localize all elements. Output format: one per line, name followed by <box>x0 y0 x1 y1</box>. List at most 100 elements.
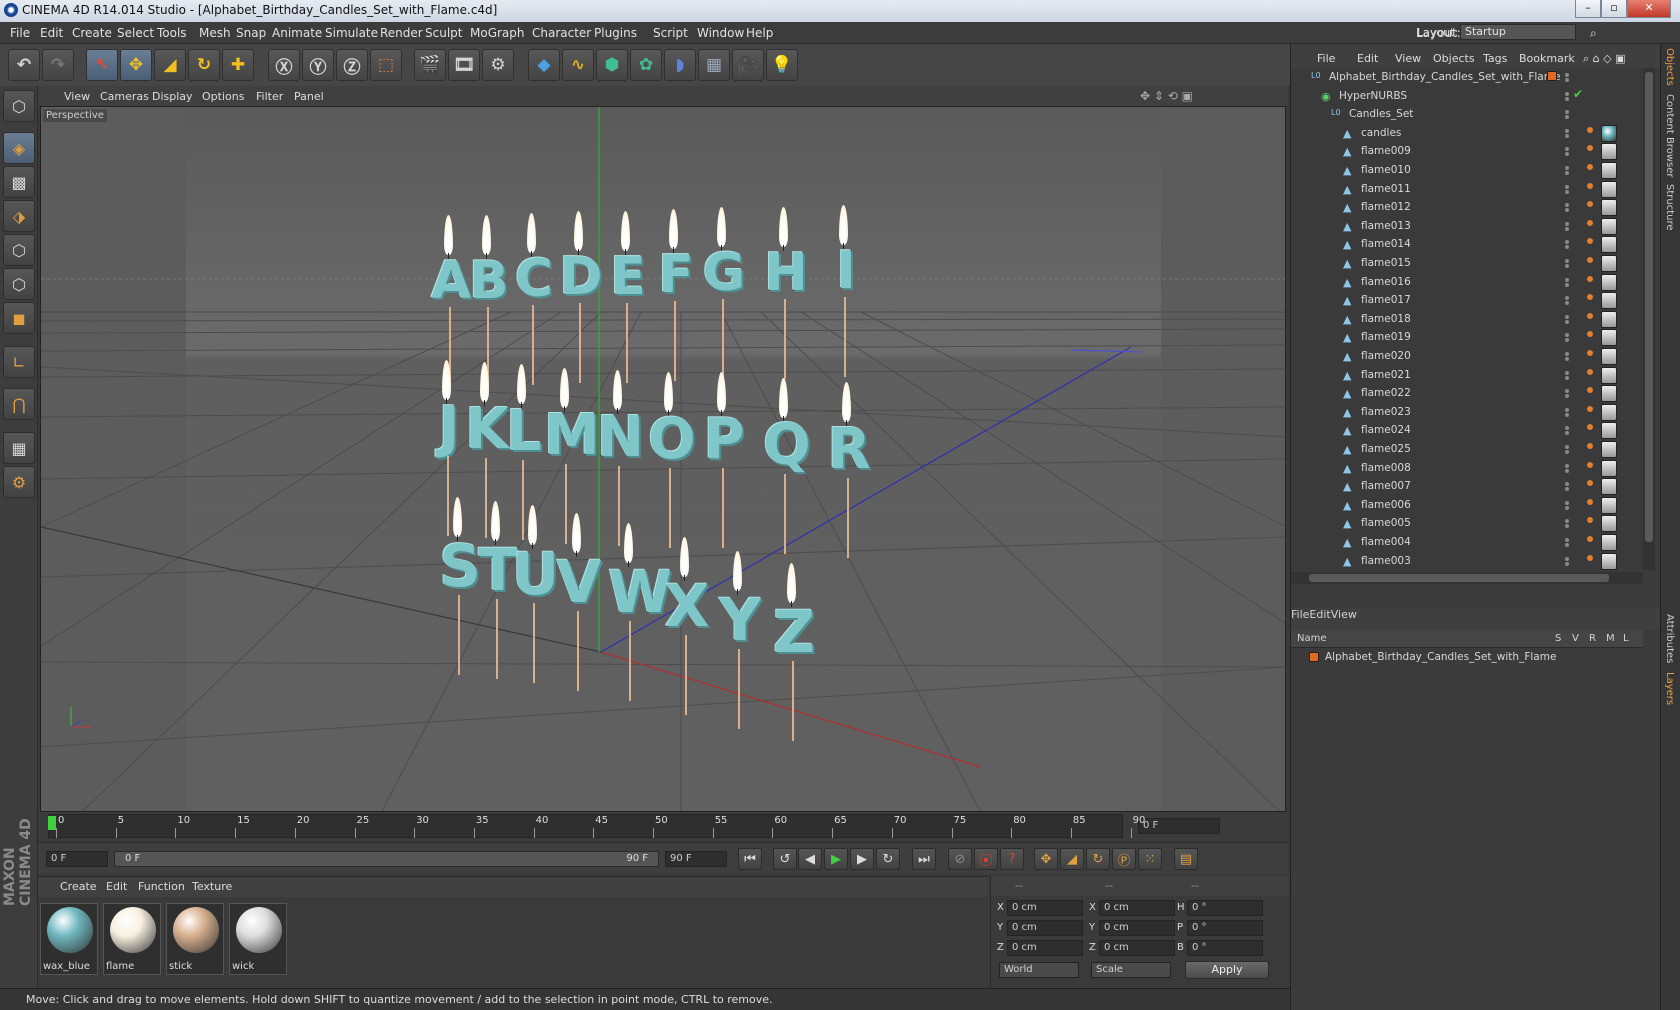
texture-tag-icon[interactable] <box>1601 236 1617 254</box>
menu-render[interactable]: Render <box>380 26 423 40</box>
visibility-dots-icon[interactable] <box>1565 166 1573 175</box>
object-manager-tool-icons[interactable]: ⌕ ⌂ ◇ ▣ <box>1583 52 1626 66</box>
side-tab-attributes[interactable]: Attributes <box>1664 614 1675 663</box>
visibility-dots-icon[interactable] <box>1565 147 1573 157</box>
phong-tag-icon[interactable] <box>1587 461 1593 468</box>
phong-tag-icon[interactable] <box>1587 294 1593 301</box>
viewport-menu-cameras[interactable]: Cameras <box>100 90 149 103</box>
menu-simulate[interactable]: Simulate <box>325 26 378 40</box>
coordinate-space-select[interactable]: World <box>999 962 1079 978</box>
workplane-mode-icon[interactable]: ⬗ <box>3 200 35 232</box>
visibility-dots-icon[interactable] <box>1565 407 1573 417</box>
object-row-flame016[interactable]: ▲ flame016 <box>1291 273 1641 293</box>
material-menu-function[interactable]: Function <box>138 880 185 893</box>
visibility-dots-icon[interactable] <box>1565 110 1573 120</box>
menu-file[interactable]: File <box>10 26 30 40</box>
viewport-menu-view[interactable]: View <box>64 90 90 103</box>
side-tab-layers[interactable]: Layers <box>1664 672 1675 705</box>
material-flame[interactable]: flame <box>103 903 161 975</box>
visibility-dots-icon[interactable] <box>1565 482 1573 492</box>
object-row-flame013[interactable]: ▲ flame013 <box>1291 217 1641 237</box>
render-picture-viewer-icon[interactable]: 🎞 <box>448 49 480 81</box>
visibility-dots-icon[interactable] <box>1565 333 1573 343</box>
texture-mode-icon[interactable]: ▩ <box>3 166 35 198</box>
perspective-viewport[interactable]: Perspective A B C D E F G H I J K L M N … <box>40 106 1286 812</box>
object-row-flame023[interactable]: ▲ flame023 <box>1291 403 1641 423</box>
coord-field[interactable]: 0 cm <box>1007 900 1083 916</box>
side-tab-content-browser[interactable]: Content Browser <box>1664 94 1675 177</box>
edges-mode-icon[interactable]: ⬡ <box>3 268 35 300</box>
go-to-end-icon[interactable]: ⏭ <box>912 848 936 870</box>
texture-tag-icon[interactable] <box>1601 348 1617 365</box>
make-editable-icon[interactable]: ⬡ <box>3 90 35 122</box>
visibility-dots-icon[interactable] <box>1565 203 1573 213</box>
model-mode-icon[interactable]: ◈ <box>3 132 35 164</box>
texture-tag-icon[interactable] <box>1601 329 1617 347</box>
object-row-flame007[interactable]: ▲ flame007 <box>1291 477 1641 497</box>
phong-tag-icon[interactable] <box>1587 480 1593 487</box>
phong-tag-icon[interactable] <box>1587 517 1593 524</box>
menu-edit[interactable]: Edit <box>40 26 63 40</box>
next-frame-icon[interactable]: ▶ <box>850 848 874 870</box>
phong-tag-icon[interactable] <box>1587 275 1593 282</box>
material-stick[interactable]: stick <box>166 903 224 975</box>
texture-tag-icon[interactable] <box>1601 385 1617 403</box>
phong-tag-icon[interactable] <box>1587 443 1593 449</box>
texture-tag-icon[interactable] <box>1601 310 1617 328</box>
previous-key-icon[interactable]: ↺ <box>773 848 797 870</box>
texture-tag-icon[interactable] <box>1601 403 1617 421</box>
visibility-dots-icon[interactable] <box>1565 91 1573 101</box>
previous-frame-icon[interactable]: ◀ <box>798 848 822 870</box>
object-row-flame004[interactable]: ▲ flame004 <box>1291 533 1641 553</box>
coord-field[interactable]: 0 cm <box>1099 900 1175 916</box>
layer-row[interactable]: Alphabet_Birthday_Candles_Set_with_Flame <box>1291 648 1643 668</box>
texture-tag-icon[interactable] <box>1601 124 1617 142</box>
current-frame-field[interactable]: 0 F <box>1138 818 1220 834</box>
position-key-icon[interactable]: ✥ <box>1034 848 1058 870</box>
menu-help[interactable]: Help <box>746 26 773 40</box>
object-row-flame012[interactable]: ▲ flame012 <box>1291 198 1641 218</box>
layer-menu-view[interactable]: View <box>1331 608 1357 621</box>
move-tool-icon[interactable]: ✥ <box>120 49 152 81</box>
phong-tag-icon[interactable] <box>1587 145 1593 152</box>
coord-field[interactable]: 0 ° <box>1187 940 1263 956</box>
visibility-dots-icon[interactable] <box>1565 184 1573 194</box>
object-row-flame025[interactable]: ▲ flame025 <box>1291 440 1641 460</box>
material-menu-create[interactable]: Create <box>60 880 97 893</box>
viewport-menu-filter[interactable]: Filter <box>256 90 283 103</box>
scale-tool-icon[interactable]: ◢ <box>154 49 186 81</box>
timeline-window-icon[interactable]: ▤ <box>1174 848 1198 870</box>
texture-tag-icon[interactable] <box>1601 422 1617 440</box>
menu-plugins[interactable]: Plugins <box>594 26 637 40</box>
coord-field[interactable]: 0 ° <box>1187 920 1263 936</box>
visibility-dots-icon[interactable] <box>1565 296 1573 306</box>
timeline-ruler[interactable]: 0 F 0 5 10 15 20 25 30 35 40 45 50 55 60 65 70 75 80 85 90 <box>38 812 1288 842</box>
object-row-flame009[interactable]: ▲ flame009 <box>1291 142 1641 162</box>
viewport-menu-display[interactable]: Display <box>152 90 193 103</box>
menu-window[interactable]: Window <box>697 26 744 40</box>
camera-icon[interactable]: 🎥 <box>732 49 764 81</box>
visibility-dots-icon[interactable] <box>1565 240 1573 250</box>
menu-tools[interactable]: Tools <box>157 26 187 40</box>
menu-animate[interactable]: Animate <box>272 26 322 40</box>
object-row-flame014[interactable]: ▲ flame014 <box>1291 235 1641 255</box>
workplane-lock-icon[interactable]: ▦ <box>3 432 35 464</box>
phong-tag-icon[interactable] <box>1587 126 1593 133</box>
texture-tag-icon[interactable] <box>1601 273 1617 291</box>
live-selection-icon[interactable]: ↖ <box>86 49 118 81</box>
scale-key-icon[interactable]: ◢ <box>1060 848 1084 870</box>
phong-tag-icon[interactable] <box>1587 554 1593 561</box>
visibility-dots-icon[interactable] <box>1565 426 1573 436</box>
object-row-flame022[interactable]: ▲ flame022 <box>1291 384 1641 404</box>
enabled-check-icon[interactable]: ✔ <box>1573 87 1583 101</box>
spline-pen-icon[interactable]: ∿ <box>562 49 594 81</box>
menu-mograph[interactable]: MoGraph <box>470 26 525 40</box>
object-row-flame019[interactable]: ▲ flame019 <box>1291 328 1641 348</box>
phong-tag-icon[interactable] <box>1587 387 1593 394</box>
start-frame-field[interactable]: 0 F <box>46 851 108 867</box>
object-row-flame005[interactable]: ▲ flame005 <box>1291 514 1641 534</box>
object-menu-bookmark[interactable]: Bookmark <box>1519 52 1575 65</box>
x-axis-lock-icon[interactable]: Ⓧ <box>268 49 300 81</box>
visibility-dots-icon[interactable] <box>1565 370 1573 380</box>
texture-tag-icon[interactable] <box>1601 496 1617 514</box>
